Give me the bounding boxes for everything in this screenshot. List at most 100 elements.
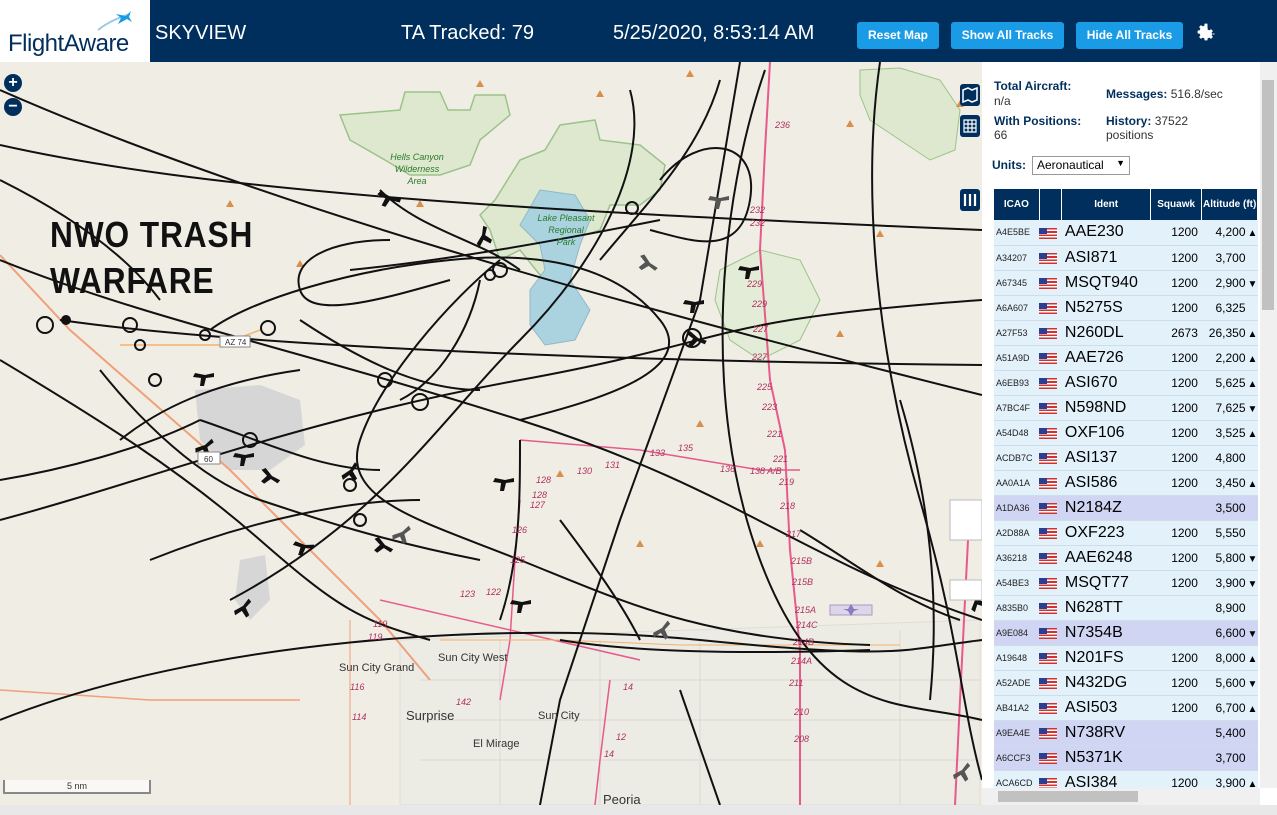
col-squawk[interactable]: Squawk — [1150, 189, 1203, 220]
altitude-trend: ▲ — [1247, 703, 1258, 715]
road-number: 126 — [512, 525, 527, 535]
road-number: 215A — [794, 605, 816, 615]
icao-cell: A6CCF3 — [994, 745, 1040, 771]
col-ident[interactable]: Ident — [1061, 189, 1151, 220]
altitude-trend: ▲ — [1247, 328, 1258, 340]
flag-cell — [1039, 370, 1062, 396]
surprise-label: Surprise — [406, 708, 454, 723]
table-row[interactable]: A7BC4F N598ND 1200 7,625 ▼ — [994, 395, 1258, 421]
table-row[interactable]: AA0A1A ASI586 1200 3,450 ▲ — [994, 470, 1258, 496]
altitude-cell: 26,350 ▲ — [1201, 320, 1258, 346]
road-number: 214C — [795, 620, 818, 630]
road-number: 136 — [720, 464, 735, 474]
road-number: 131 — [605, 460, 620, 470]
us-flag-icon — [1039, 502, 1058, 514]
zoom-in-icon[interactable]: + — [4, 74, 22, 92]
table-row[interactable]: A51A9D AAE726 1200 2,200 ▲ — [994, 345, 1258, 371]
table-row[interactable]: A9EA4E N738RV 5,400 — [994, 720, 1258, 746]
road-number: 214A — [790, 656, 812, 666]
horizontal-scrollbar[interactable] — [982, 788, 1260, 805]
table-row[interactable]: A6EB93 ASI670 1200 5,625 ▲ — [994, 370, 1258, 396]
road-number: 130 — [577, 466, 592, 476]
us-flag-icon — [1039, 377, 1058, 389]
squawk-cell: 1200 — [1150, 520, 1202, 546]
squawk-cell: 1200 — [1150, 245, 1202, 271]
table-row[interactable]: A67345 MSQT940 1200 2,900 ▼ — [994, 270, 1258, 296]
altitude-value: 5,625 — [1215, 375, 1246, 390]
col-altitude[interactable]: Altitude (ft) — [1201, 189, 1258, 220]
icao-cell: A6EB93 — [994, 370, 1040, 396]
zoom-out-icon[interactable]: − — [4, 98, 22, 116]
ident-cell: AAE726 — [1061, 345, 1151, 371]
table-row[interactable]: A1DA36 N2184Z 3,500 — [994, 495, 1258, 521]
altitude-trend: ▲ — [1247, 353, 1258, 365]
us-flag-icon — [1039, 527, 1058, 539]
table-row[interactable]: A6CCF3 N5371K 3,700 — [994, 745, 1258, 771]
table-row[interactable]: ACDB7C ASI137 1200 4,800 — [994, 445, 1258, 471]
show-all-tracks-button[interactable]: Show All Tracks — [951, 22, 1064, 49]
road-number: 133 — [650, 448, 665, 458]
table-row[interactable]: A4E5BE AAE230 1200 4,200 ▲ — [994, 220, 1258, 246]
squawk-cell: 1200 — [1150, 420, 1202, 446]
table-row[interactable]: AB41A2 ASI503 1200 6,700 ▲ — [994, 695, 1258, 721]
squawk-cell: 1200 — [1150, 395, 1202, 421]
col-flag[interactable] — [1039, 189, 1063, 220]
altitude-trend: ▼ — [1247, 553, 1258, 565]
table-row[interactable]: A19648 N201FS 1200 8,000 ▲ — [994, 645, 1258, 671]
altitude-cell: 4,800 — [1201, 445, 1258, 471]
messages-label: Messages: — [1106, 87, 1168, 101]
ident-cell: N432DG — [1061, 670, 1151, 696]
history-value: 37522 — [1154, 114, 1189, 128]
flightaware-logo[interactable]: FlightAware — [0, 0, 150, 62]
col-icao[interactable]: ICAO — [994, 189, 1040, 220]
altitude-cell: 5,625 ▲ — [1201, 370, 1258, 396]
road-number: 217 — [785, 529, 802, 539]
grid-icon[interactable] — [960, 115, 980, 137]
table-row[interactable]: A27F53 N260DL 2673 26,350 ▲ — [994, 320, 1258, 346]
table-row[interactable]: A36218 AAE6248 1200 5,800 ▼ — [994, 545, 1258, 571]
road-number: 208 — [793, 734, 809, 744]
road-number: 135 — [678, 443, 694, 453]
us-flag-icon — [1039, 552, 1058, 564]
table-row[interactable]: A54D48 OXF106 1200 3,525 ▲ — [994, 420, 1258, 446]
map-layer-icon[interactable] — [960, 84, 980, 106]
squawk-cell: 1200 — [1150, 220, 1202, 246]
table-row[interactable]: A6A607 N5275S 1200 6,325 — [994, 295, 1258, 321]
table-row[interactable]: A835B0 N628TT 8,900 — [994, 595, 1258, 621]
lake-pleasant-label-1: Lake Pleasant — [537, 213, 595, 223]
hells-canyon-label-3: Area — [406, 176, 426, 186]
icao-cell: ACA6CD — [994, 770, 1040, 789]
icao-cell: A36218 — [994, 545, 1040, 571]
map-canvas[interactable]: Hells Canyon Wilderness Area Lake Pleasa… — [0, 62, 982, 805]
table-row[interactable]: A9E084 N7354B 6,600 ▼ — [994, 620, 1258, 646]
us-flag-icon — [1039, 302, 1058, 314]
columns-icon[interactable] — [960, 189, 980, 211]
units-select[interactable]: Aeronautical ▼ — [1032, 156, 1130, 175]
scroll-thumb-h[interactable] — [998, 791, 1138, 802]
ident-cell: N738RV — [1061, 720, 1151, 746]
table-row[interactable]: A54BE3 MSQT77 1200 3,900 ▼ — [994, 570, 1258, 596]
table-row[interactable]: A34207 ASI871 1200 3,700 — [994, 245, 1258, 271]
icao-cell: A54BE3 — [994, 570, 1040, 596]
table-row[interactable]: A2D88A OXF223 1200 5,550 — [994, 520, 1258, 546]
hide-all-tracks-button[interactable]: Hide All Tracks — [1076, 22, 1183, 49]
altitude-cell: 5,600 ▼ — [1201, 670, 1258, 696]
road-number: 221 — [772, 454, 788, 464]
altitude-trend: ▼ — [1247, 578, 1258, 590]
scroll-thumb[interactable] — [1262, 80, 1274, 310]
vertical-scrollbar[interactable] — [1260, 62, 1277, 788]
squawk-cell: 1200 — [1150, 770, 1202, 789]
flag-cell — [1039, 445, 1062, 471]
ident-cell: MSQT77 — [1061, 570, 1151, 596]
ident-cell: N5371K — [1061, 745, 1151, 771]
icao-cell: ACDB7C — [994, 445, 1040, 471]
reset-map-button[interactable]: Reset Map — [857, 22, 939, 49]
el-mirage-label: El Mirage — [473, 738, 519, 750]
gear-icon[interactable] — [1193, 21, 1217, 45]
table-row[interactable]: ACA6CD ASI384 1200 3,900 ▲ — [994, 770, 1258, 789]
road-number: 232 — [749, 205, 765, 215]
stats-panel: Total Aircraft: n/a Messages: 516.8/sec … — [994, 80, 1264, 150]
altitude-cell: 3,500 — [1201, 495, 1258, 521]
sun-city-west-label: Sun City West — [438, 652, 508, 664]
table-row[interactable]: A52ADE N432DG 1200 5,600 ▼ — [994, 670, 1258, 696]
